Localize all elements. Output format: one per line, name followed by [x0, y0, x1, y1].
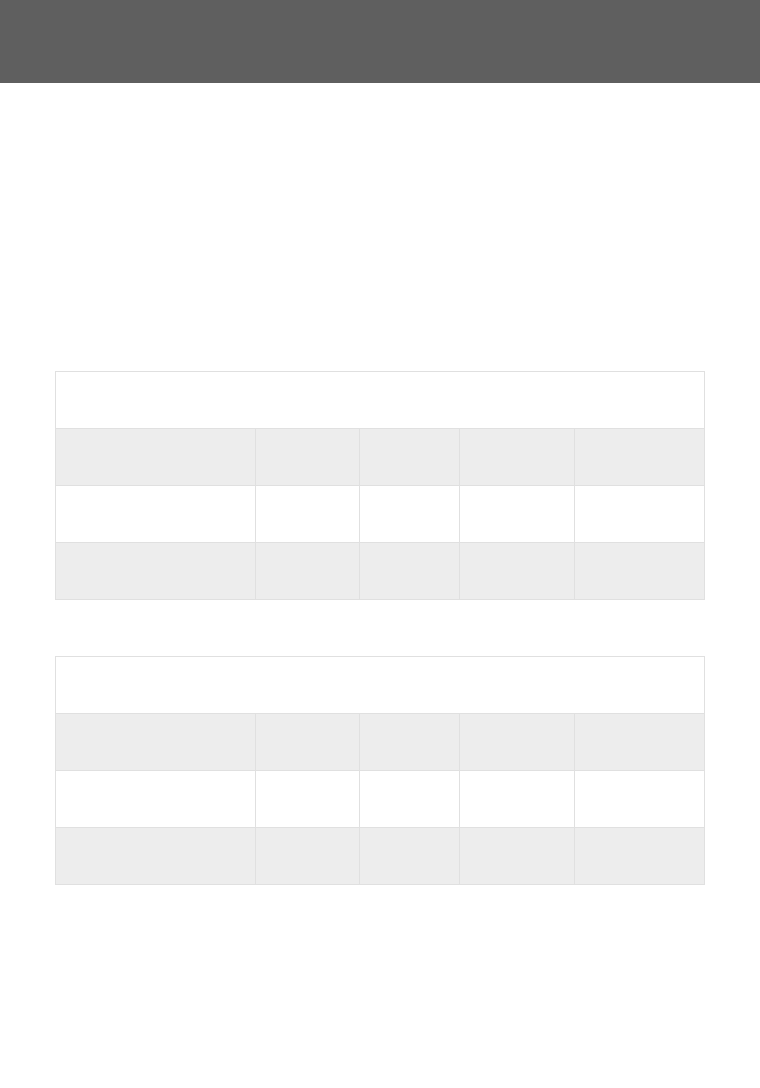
table-cell [255, 714, 359, 771]
table-cell [56, 486, 256, 543]
table-row [56, 771, 705, 828]
table-cell [56, 714, 256, 771]
table-row [56, 429, 705, 486]
table-cell [575, 486, 705, 543]
table-cell [359, 714, 460, 771]
table-cell [460, 771, 575, 828]
table-cell [575, 429, 705, 486]
table-2-container [55, 656, 705, 885]
table-cell [255, 429, 359, 486]
table-cell [460, 828, 575, 885]
table-cell [359, 429, 460, 486]
table-row [56, 657, 705, 714]
data-table-2 [55, 656, 705, 885]
table-cell [56, 372, 705, 429]
table-cell [255, 486, 359, 543]
table-cell [56, 657, 705, 714]
table-cell [460, 486, 575, 543]
table-1-container [55, 371, 705, 600]
table-cell [359, 543, 460, 600]
table-row [56, 828, 705, 885]
table-cell [359, 486, 460, 543]
table-cell [56, 543, 256, 600]
table-cell [575, 543, 705, 600]
table-cell [56, 429, 256, 486]
table-cell [359, 771, 460, 828]
header-bar [0, 0, 760, 83]
table-cell [460, 714, 575, 771]
table-cell [255, 771, 359, 828]
table-cell [575, 714, 705, 771]
table-cell [255, 828, 359, 885]
table-cell [255, 543, 359, 600]
table-row [56, 486, 705, 543]
table-cell [575, 771, 705, 828]
table-cell [575, 828, 705, 885]
content-area [0, 371, 760, 885]
table-cell [56, 828, 256, 885]
table-cell [460, 429, 575, 486]
table-row [56, 543, 705, 600]
table-cell [359, 828, 460, 885]
data-table-1 [55, 371, 705, 600]
table-row [56, 714, 705, 771]
table-cell [460, 543, 575, 600]
table-row [56, 372, 705, 429]
table-cell [56, 771, 256, 828]
